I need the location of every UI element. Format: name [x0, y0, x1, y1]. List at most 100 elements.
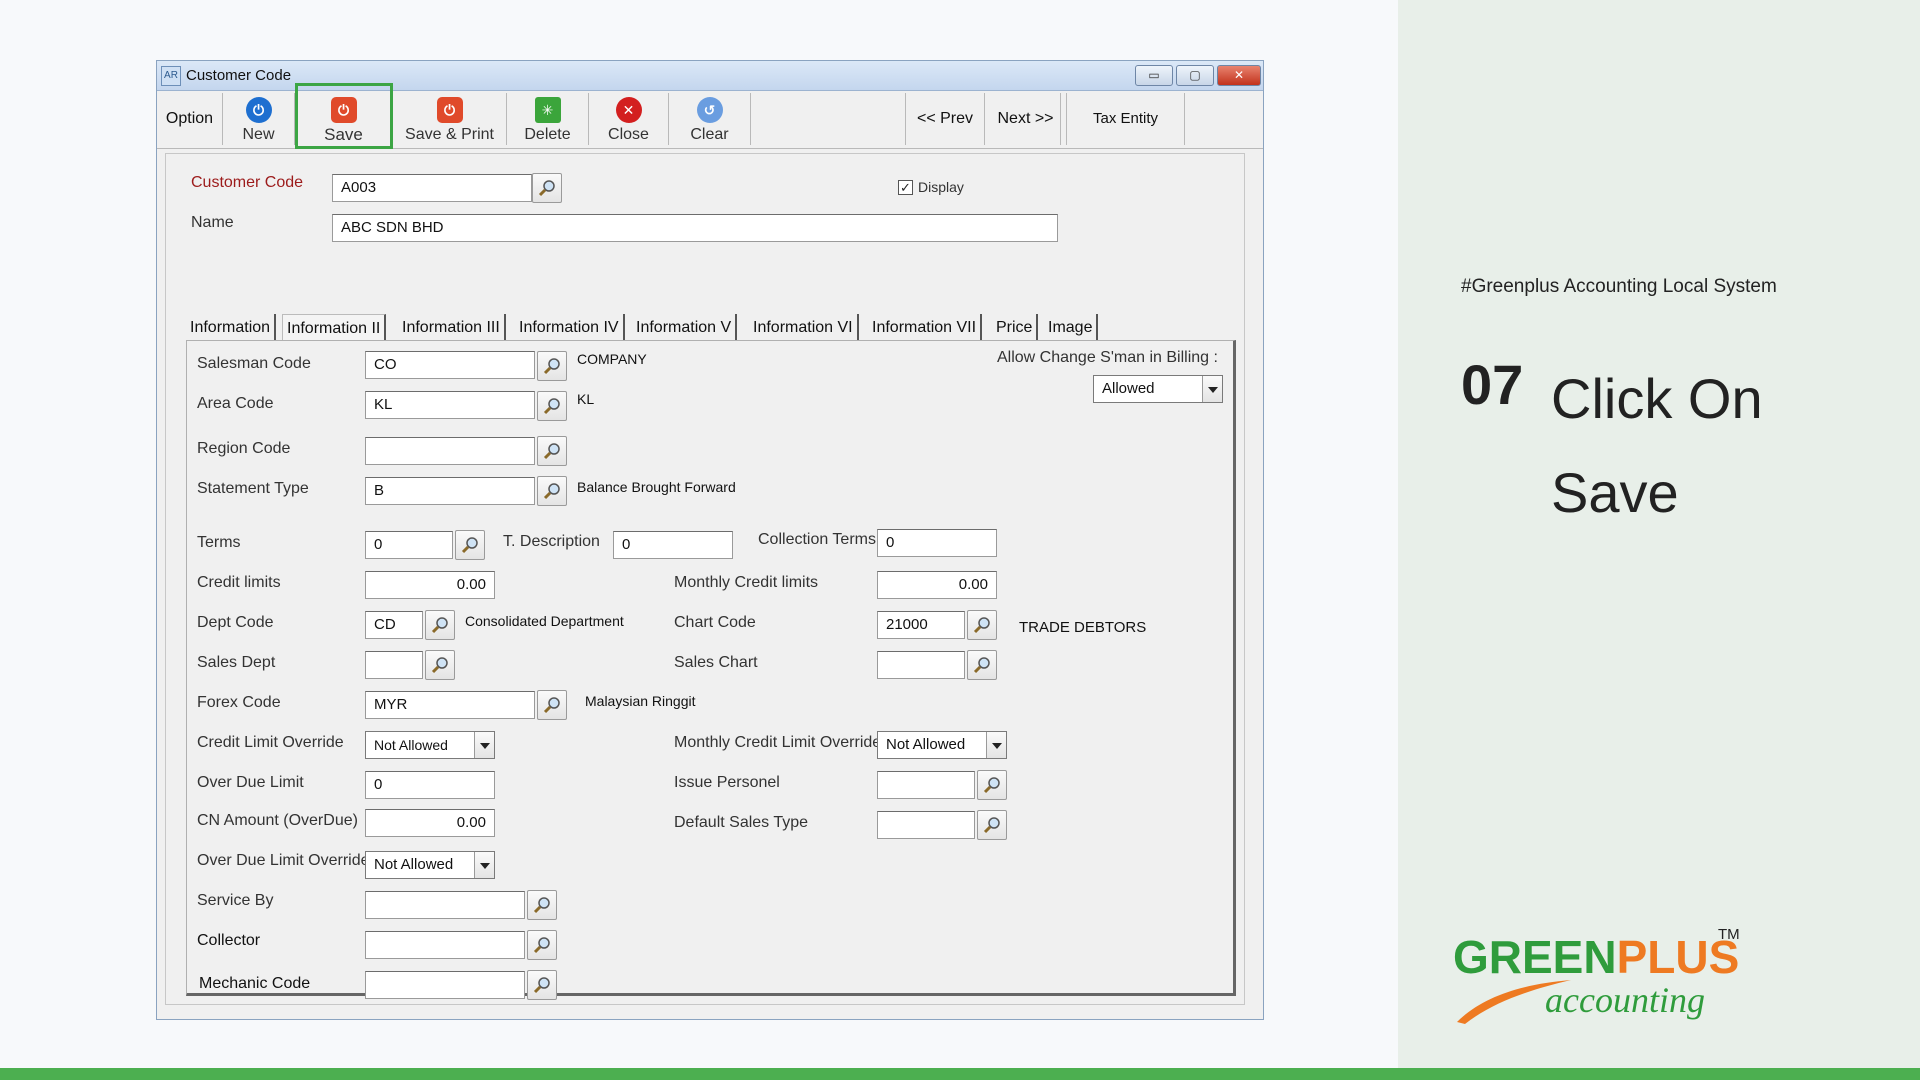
collector-lookup-button[interactable] [527, 930, 557, 960]
salesman-code-input[interactable]: CO [365, 351, 535, 379]
window-close-button[interactable]: ✕ [1217, 65, 1261, 86]
area-code-input[interactable]: KL [365, 391, 535, 419]
tax-entity-label: Tax Entity [1092, 110, 1159, 127]
dept-code-input[interactable]: CD [365, 611, 423, 639]
customer-code-window: AR Customer Code ▭ ▢ ✕ Option ⏻ New ⏻ Sa… [156, 60, 1264, 1020]
magnifier-icon [983, 777, 1000, 794]
cn-amount-label: CN Amount (OverDue) [197, 812, 358, 829]
statement-type-lookup-button[interactable] [537, 476, 567, 506]
new-button[interactable]: ⏻ New [223, 93, 295, 145]
issue-personel-lookup-button[interactable] [977, 770, 1007, 800]
sales-chart-input[interactable] [877, 651, 965, 679]
monthly-credit-limits-label: Monthly Credit limits [674, 574, 819, 591]
greenplus-logo: GREENPLUS TM accounting [1453, 924, 1753, 1034]
issue-personel-input[interactable] [877, 771, 975, 799]
mechanic-code-input[interactable] [365, 971, 525, 999]
delete-button[interactable]: ✳ Delete [507, 93, 589, 145]
save-highlight-box [295, 83, 393, 149]
statement-type-input[interactable]: B [365, 477, 535, 505]
delete-label: Delete [524, 126, 571, 143]
region-code-input[interactable] [365, 437, 535, 465]
area-code-label: Area Code [197, 395, 274, 412]
t-description-input[interactable]: 0 [613, 531, 733, 559]
app-icon: AR [161, 66, 181, 86]
customer-code-lookup-button[interactable] [532, 173, 562, 203]
magnifier-icon [543, 483, 560, 500]
tab-price[interactable]: Price [992, 314, 1039, 342]
tab-information-iii[interactable]: Information III [398, 314, 506, 342]
terms-input[interactable]: 0 [365, 531, 453, 559]
tab-information-iv[interactable]: Information IV [515, 314, 625, 342]
magnifier-icon [431, 617, 448, 634]
minimize-button[interactable]: ▭ [1135, 65, 1173, 86]
close-label: Close [608, 126, 649, 143]
credit-limit-override-dropdown[interactable]: Not Allowed [365, 731, 495, 759]
default-sales-type-input[interactable] [877, 811, 975, 839]
magnifier-icon [973, 617, 990, 634]
logo-trademark: TM [1718, 926, 1740, 943]
clear-button[interactable]: ↺ Clear [669, 93, 751, 145]
terms-lookup-button[interactable] [455, 530, 485, 560]
forex-code-input[interactable]: MYR [365, 691, 535, 719]
chart-code-lookup-button[interactable] [967, 610, 997, 640]
magnifier-icon [543, 697, 560, 714]
service-by-input[interactable] [365, 891, 525, 919]
credit-limit-override-label: Credit Limit Override [197, 734, 344, 751]
option-button[interactable]: Option [157, 93, 223, 145]
sales-dept-input[interactable] [365, 651, 423, 679]
salesman-code-lookup-button[interactable] [537, 351, 567, 381]
sales-chart-label: Sales Chart [674, 654, 758, 671]
sales-chart-lookup-button[interactable] [967, 650, 997, 680]
area-code-lookup-button[interactable] [537, 391, 567, 421]
mechanic-code-lookup-button[interactable] [527, 970, 557, 1000]
tab-information-ii[interactable]: Information II [282, 314, 387, 342]
collector-input[interactable] [365, 931, 525, 959]
over-due-limit-input[interactable]: 0 [365, 771, 495, 799]
magnifier-icon [543, 398, 560, 415]
tab-information-vi[interactable]: Information VI [749, 314, 859, 342]
service-by-label: Service By [197, 892, 274, 909]
forex-code-lookup-button[interactable] [537, 690, 567, 720]
sales-dept-lookup-button[interactable] [425, 650, 455, 680]
default-sales-type-lookup-button[interactable] [977, 810, 1007, 840]
region-code-label: Region Code [197, 440, 291, 457]
name-input[interactable]: ABC SDN BHD [332, 214, 1058, 242]
chevron-down-icon[interactable] [474, 732, 494, 758]
monthly-credit-limits-input[interactable]: 0.00 [877, 571, 997, 599]
chart-code-input[interactable]: 21000 [877, 611, 965, 639]
over-due-limit-override-dropdown[interactable]: Not Allowed [365, 851, 495, 879]
service-by-lookup-button[interactable] [527, 890, 557, 920]
maximize-button[interactable]: ▢ [1176, 65, 1214, 86]
magnifier-icon [983, 817, 1000, 834]
terms-label: Terms [197, 534, 241, 551]
forex-code-label: Forex Code [197, 694, 281, 711]
collection-terms-input[interactable]: 0 [877, 529, 997, 557]
chart-code-desc: TRADE DEBTORS [1019, 619, 1147, 636]
salesman-code-label: Salesman Code [197, 355, 311, 372]
chevron-down-icon[interactable] [474, 852, 494, 878]
chevron-down-icon[interactable] [986, 732, 1006, 758]
allow-change-dropdown[interactable]: Allowed [1093, 375, 1223, 403]
cn-amount-input[interactable]: 0.00 [365, 809, 495, 837]
delete-icon: ✳ [534, 97, 561, 123]
monthly-credit-limit-override-dropdown[interactable]: Not Allowed [877, 731, 1007, 759]
magnifier-icon [533, 897, 550, 914]
display-checkbox[interactable]: ✓ [898, 180, 913, 195]
next-button[interactable]: Next >> [985, 93, 1067, 145]
customer-code-input[interactable]: A003 [332, 174, 532, 202]
tab-image[interactable]: Image [1044, 314, 1099, 342]
prev-button[interactable]: << Prev [905, 93, 985, 145]
tab-information[interactable]: Information [186, 314, 277, 342]
credit-limits-input[interactable]: 0.00 [365, 571, 495, 599]
tab-information-v[interactable]: Information V [632, 314, 738, 342]
region-code-lookup-button[interactable] [537, 436, 567, 466]
chevron-down-icon[interactable] [1202, 376, 1222, 402]
form-panel: Customer Code A003 ✓ Display Name ABC SD… [165, 153, 1245, 1005]
save-print-button[interactable]: ⏻ Save & Print [393, 93, 507, 145]
tax-entity-button[interactable]: Tax Entity [1067, 93, 1185, 145]
allow-change-label: Allow Change S'man in Billing : [997, 349, 1218, 366]
dept-code-lookup-button[interactable] [425, 610, 455, 640]
close-button[interactable]: ✕ Close [589, 93, 669, 145]
tab-information-vii[interactable]: Information VII [868, 314, 983, 342]
magnifier-icon [538, 180, 555, 197]
